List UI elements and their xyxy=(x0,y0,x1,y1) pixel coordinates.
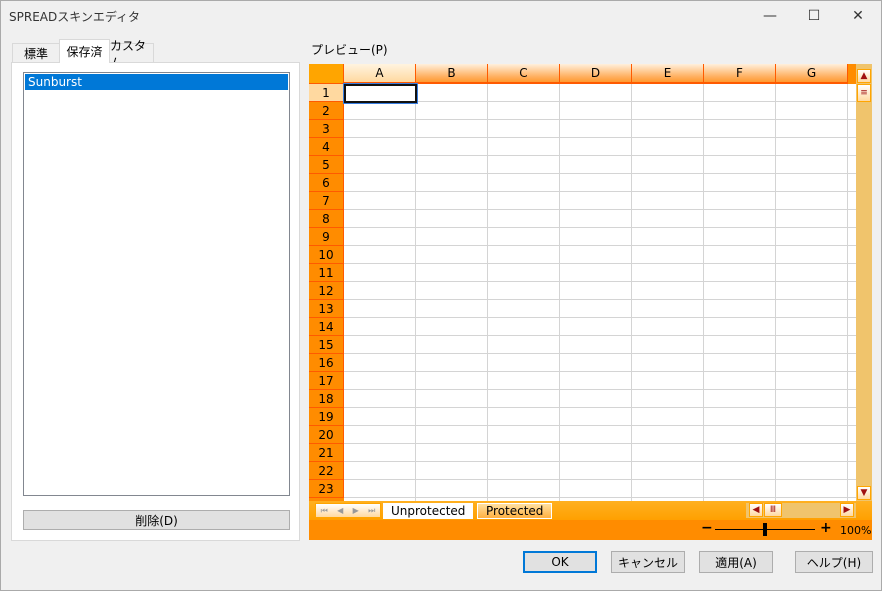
column-header-F[interactable]: F xyxy=(704,64,776,84)
preview-label: プレビュー(P) xyxy=(311,43,388,57)
arrow-left-icon: ◀ xyxy=(752,505,760,515)
column-header-B[interactable]: B xyxy=(416,64,488,84)
list-item[interactable]: Sunburst xyxy=(25,74,288,90)
tab-standard[interactable]: 標準 xyxy=(12,43,60,63)
row-header-2[interactable]: 2 xyxy=(309,102,344,120)
row-header-4[interactable]: 4 xyxy=(309,138,344,156)
zoom-out-button[interactable]: − xyxy=(701,520,713,536)
close-icon: ✕ xyxy=(852,8,864,24)
cell-grid[interactable] xyxy=(344,84,856,501)
last-sheet-icon[interactable]: ⏭ xyxy=(368,506,375,516)
maximize-button[interactable]: ☐ xyxy=(791,1,837,31)
row-header-20[interactable]: 20 xyxy=(309,426,344,444)
first-sheet-icon[interactable]: ⏮ xyxy=(321,506,328,516)
status-bar: − + 100% xyxy=(309,520,872,540)
row-header-15[interactable]: 15 xyxy=(309,336,344,354)
column-header-G[interactable]: G xyxy=(776,64,848,84)
zoom-value: 100% xyxy=(840,524,872,537)
row-header-19[interactable]: 19 xyxy=(309,408,344,426)
column-header-D[interactable]: D xyxy=(560,64,632,84)
row-header-1[interactable]: 1 xyxy=(309,84,344,102)
vertical-scrollbar[interactable]: ▲ ≡ ▼ xyxy=(856,64,872,501)
scroll-right-button[interactable]: ▶ xyxy=(840,503,854,517)
row-header-12[interactable]: 12 xyxy=(309,282,344,300)
grip-icon: Ⅲ xyxy=(769,505,777,515)
sheet-tab-unprotected[interactable]: Unprotected xyxy=(383,503,474,519)
maximize-icon: ☐ xyxy=(807,8,821,24)
zoom-in-button[interactable]: + xyxy=(820,520,832,536)
sheet-nav-buttons[interactable]: ⏮ ◀ ▶ ⏭ xyxy=(315,503,381,518)
skin-listbox[interactable]: Sunburst xyxy=(23,72,290,496)
row-header-9[interactable]: 9 xyxy=(309,228,344,246)
row-header-23[interactable]: 23 xyxy=(309,480,344,498)
row-header-14[interactable]: 14 xyxy=(309,318,344,336)
spreadsheet-preview: ABCDEFG 1 2 3 4 5 6 7 8 9 10 11 12 13 14 15 16 17 18 19 20 2… xyxy=(309,64,872,540)
row-header-10[interactable]: 10 xyxy=(309,246,344,264)
zoom-slider-thumb[interactable] xyxy=(763,523,767,536)
grip-icon: ≡ xyxy=(860,88,868,98)
delete-button[interactable]: 削除(D) xyxy=(23,510,290,530)
row-header-5[interactable]: 5 xyxy=(309,156,344,174)
scroll-down-button[interactable]: ▼ xyxy=(857,486,871,500)
row-header-22[interactable]: 22 xyxy=(309,462,344,480)
ok-button[interactable]: OK xyxy=(523,551,597,573)
column-header-E[interactable]: E xyxy=(632,64,704,84)
next-sheet-icon[interactable]: ▶ xyxy=(353,506,359,515)
sheet-tab-protected[interactable]: Protected xyxy=(477,503,553,519)
minimize-button[interactable]: — xyxy=(747,1,793,31)
scroll-up-button[interactable]: ▲ xyxy=(857,69,871,83)
sheet-tab-bar: ⏮ ◀ ▶ ⏭ Unprotected Protected ◀ Ⅲ ▶ xyxy=(309,501,872,520)
row-header-8[interactable]: 8 xyxy=(309,210,344,228)
tab-saved[interactable]: 保存済 xyxy=(59,39,110,63)
column-header-C[interactable]: C xyxy=(488,64,560,84)
row-header-18[interactable]: 18 xyxy=(309,390,344,408)
apply-button[interactable]: 適用(A) xyxy=(699,551,773,573)
close-button[interactable]: ✕ xyxy=(835,1,881,31)
horizontal-scrollbar[interactable]: ◀ Ⅲ ▶ xyxy=(746,503,856,518)
row-header-3[interactable]: 3 xyxy=(309,120,344,138)
hscroll-thumb[interactable]: Ⅲ xyxy=(764,503,782,517)
row-header-16[interactable]: 16 xyxy=(309,354,344,372)
scroll-thumb[interactable]: ≡ xyxy=(857,84,871,102)
column-header-A[interactable]: A xyxy=(344,64,416,84)
minimize-icon: — xyxy=(763,8,777,24)
help-button[interactable]: ヘルプ(H) xyxy=(795,551,873,573)
row-header-21[interactable]: 21 xyxy=(309,444,344,462)
cancel-button[interactable]: キャンセル xyxy=(611,551,685,573)
arrow-down-icon: ▼ xyxy=(860,488,868,498)
row-header-7[interactable]: 7 xyxy=(309,192,344,210)
scroll-left-button[interactable]: ◀ xyxy=(749,503,763,517)
select-all-corner[interactable] xyxy=(309,64,344,84)
row-header-6[interactable]: 6 xyxy=(309,174,344,192)
prev-sheet-icon[interactable]: ◀ xyxy=(337,506,343,515)
window-title: SPREADスキンエディタ xyxy=(9,10,141,24)
row-header-17[interactable]: 17 xyxy=(309,372,344,390)
arrow-up-icon: ▲ xyxy=(860,71,868,81)
arrow-right-icon: ▶ xyxy=(843,505,851,515)
active-cell[interactable] xyxy=(343,83,418,104)
row-header-11[interactable]: 11 xyxy=(309,264,344,282)
row-header-13[interactable]: 13 xyxy=(309,300,344,318)
tab-custom[interactable]: カスタム xyxy=(109,39,154,70)
